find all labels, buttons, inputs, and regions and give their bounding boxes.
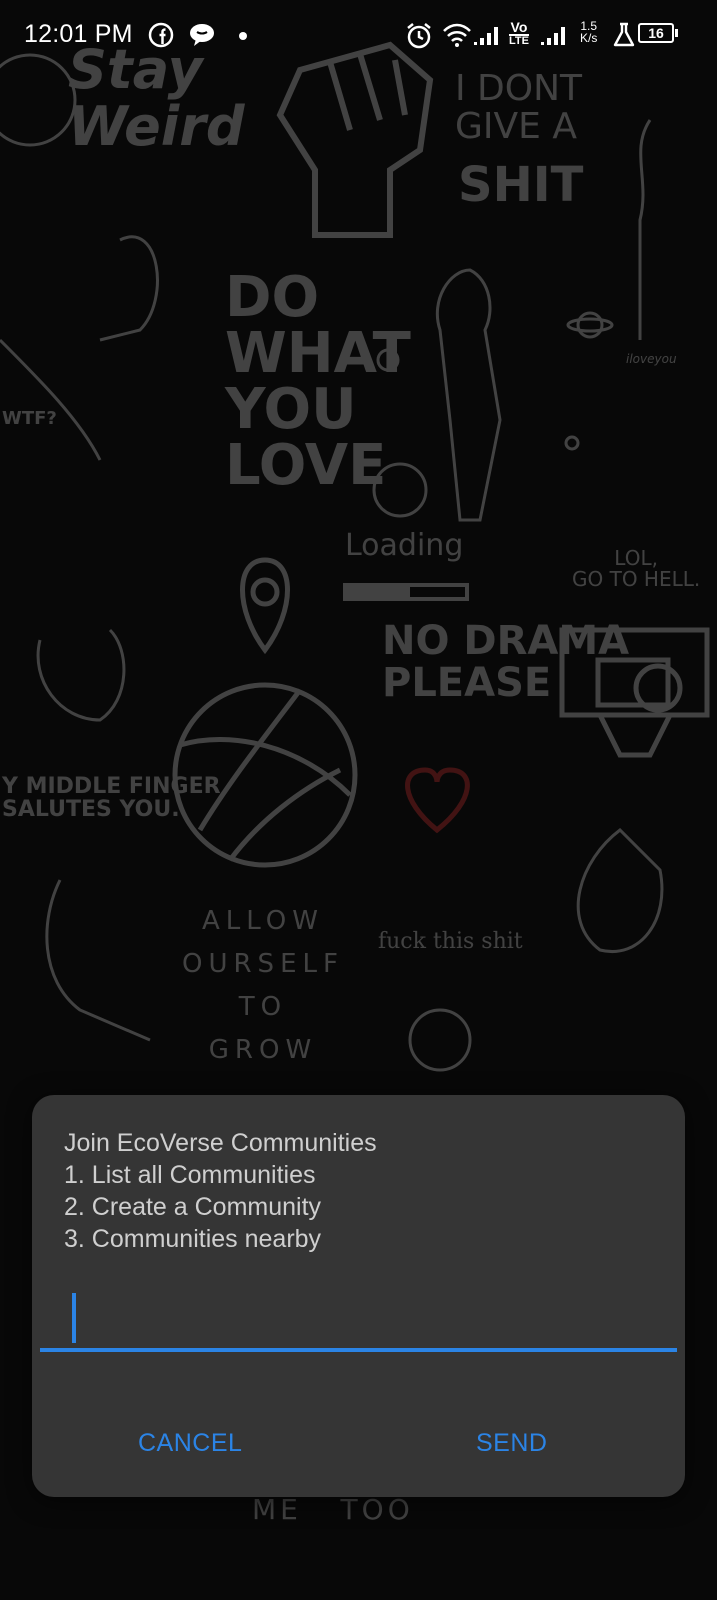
cancel-button[interactable]: CANCEL bbox=[124, 1417, 256, 1469]
dialog-message: Join EcoVerse Communities 1. List all Co… bbox=[64, 1127, 654, 1255]
signal-icon bbox=[474, 22, 502, 48]
dialog-message-line: 2. Create a Community bbox=[64, 1193, 322, 1221]
volte-icon: Vo LTE bbox=[509, 20, 529, 47]
network-speed-unit: K/s bbox=[580, 31, 598, 45]
prompt-dialog: Join EcoVerse Communities 1. List all Co… bbox=[32, 1095, 685, 1497]
alarm-icon bbox=[405, 22, 433, 50]
flask-icon bbox=[613, 22, 635, 48]
status-bar: 12:01 PM Vo LTE 1.5 K/s 16 bbox=[0, 0, 717, 72]
send-button[interactable]: SEND bbox=[462, 1417, 561, 1469]
facebook-icon bbox=[148, 22, 174, 48]
phone-screen: Stay Weird I DONT GIVE A SHIT DO WHAT YO… bbox=[0, 0, 717, 1600]
reply-input-container[interactable] bbox=[40, 1285, 677, 1352]
text-cursor bbox=[72, 1293, 76, 1343]
input-underline bbox=[40, 1348, 677, 1352]
network-speed-icon: 1.5 K/s bbox=[580, 20, 597, 44]
battery-level: 16 bbox=[648, 25, 664, 41]
volte-bottom-label: LTE bbox=[509, 34, 529, 47]
volte-top-label: Vo bbox=[510, 19, 528, 35]
wifi-icon bbox=[442, 22, 472, 48]
battery-icon: 16 bbox=[638, 23, 678, 43]
dialog-message-line: 3. Communities nearby bbox=[64, 1225, 322, 1253]
dialog-message-line: Join EcoVerse Communities bbox=[64, 1129, 377, 1157]
chat-bubble-icon bbox=[188, 22, 216, 48]
reply-input[interactable] bbox=[40, 1285, 677, 1345]
status-time: 12:01 PM bbox=[24, 20, 133, 48]
signal-icon bbox=[541, 22, 569, 48]
dialog-message-line: 1. List all Communities bbox=[64, 1161, 316, 1189]
notification-dot-icon bbox=[238, 31, 248, 41]
